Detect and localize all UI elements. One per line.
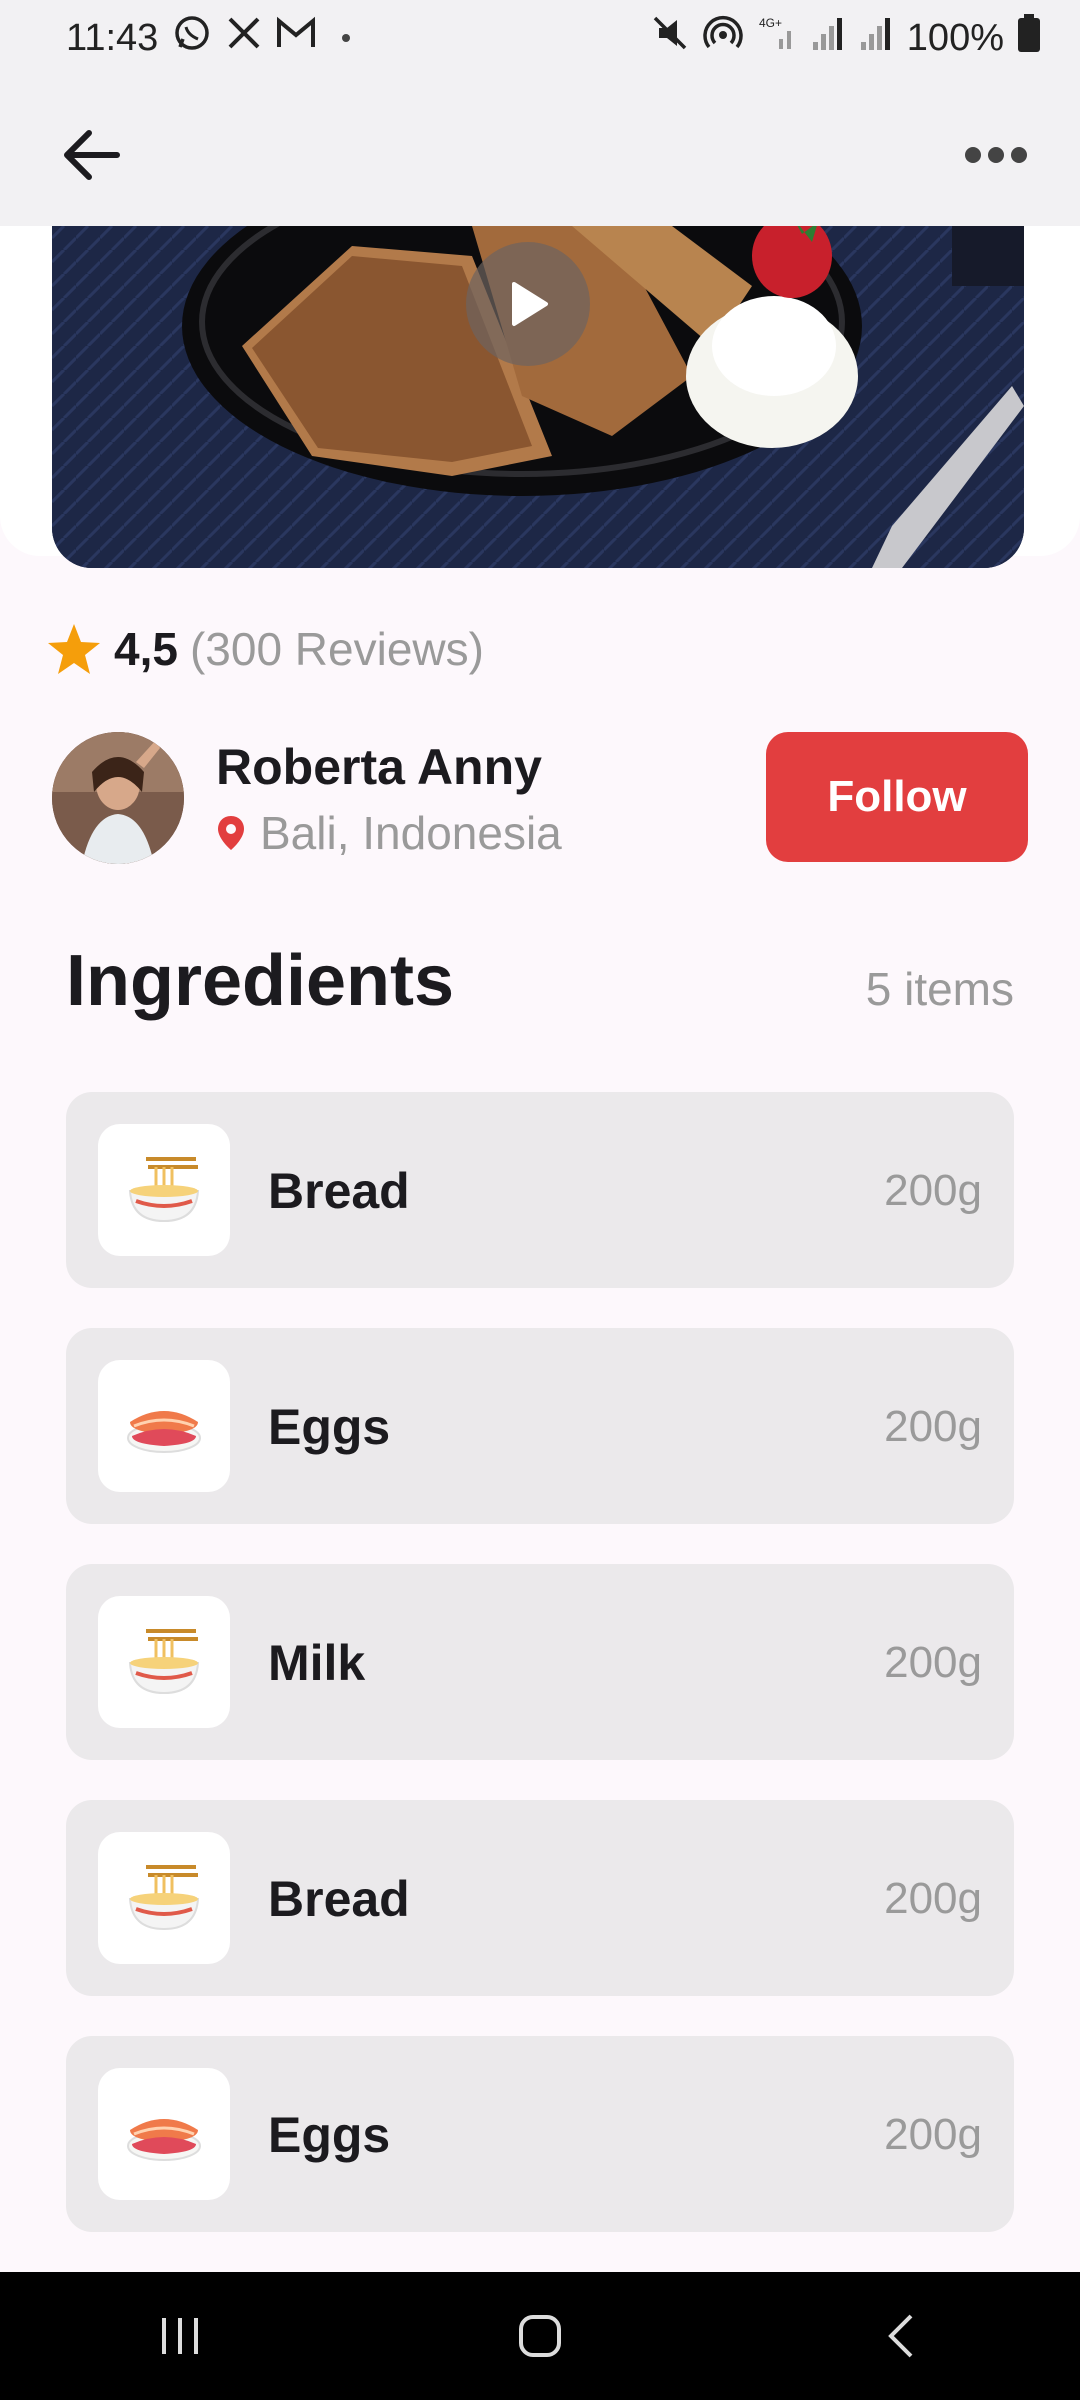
- ingredient-quantity: 200g: [884, 1166, 982, 1215]
- sushi-icon: [127, 1411, 201, 1453]
- ingredient-quantity: 200g: [884, 1402, 982, 1451]
- notification-dot: [342, 34, 351, 42]
- signal-icon: [859, 14, 893, 62]
- ingredient-thumb: [98, 1124, 230, 1256]
- ingredient-name: Eggs: [268, 2107, 391, 2163]
- ingredient-thumb: [98, 1596, 230, 1728]
- avatar[interactable]: [52, 732, 184, 864]
- ingredient-quantity: 200g: [884, 2110, 982, 2159]
- ingredient-thumb: [98, 1832, 230, 1964]
- status-right: 4G+ 100%: [651, 13, 1040, 63]
- svg-text:4G+: 4G+: [759, 16, 782, 30]
- noodle-bowl-icon: [128, 1629, 200, 1695]
- author-name: Roberta Anny: [216, 739, 542, 795]
- ingredient-name: Eggs: [268, 1399, 391, 1455]
- system-back-button[interactable]: [840, 2286, 960, 2386]
- location-pin-icon: [218, 816, 244, 850]
- arrow-left-icon: [64, 130, 120, 180]
- sushi-icon: [127, 2119, 201, 2161]
- noodle-bowl-icon: [128, 1865, 200, 1931]
- x-icon: [226, 15, 262, 61]
- ingredient-quantity: 200g: [884, 1874, 982, 1923]
- noodle-bowl-icon: [128, 1157, 200, 1223]
- author-location: Bali, Indonesia: [216, 806, 562, 860]
- battery-percent: 100%: [906, 16, 1004, 59]
- ingredients-title: Ingredients: [66, 941, 455, 1021]
- ingredient-name: Bread: [268, 1163, 410, 1219]
- ingredient-item[interactable]: Milk 200g: [66, 1564, 1014, 1760]
- rating-row: 4,5 (300 Reviews): [46, 614, 484, 684]
- ingredient-item[interactable]: Bread 200g: [66, 1800, 1014, 1996]
- location-text: Bali, Indonesia: [260, 807, 562, 859]
- signal-icon: [811, 14, 845, 62]
- play-button[interactable]: [466, 242, 590, 366]
- ingredient-list: Bread 200g Eggs 200g Milk 200g Bread 200…: [66, 1092, 1014, 2272]
- app-bar: [0, 76, 1080, 226]
- hotspot-icon: [703, 13, 743, 63]
- signal-4g-icon: 4G+: [757, 13, 797, 63]
- back-button[interactable]: [56, 120, 126, 190]
- ingredient-thumb: [98, 2068, 230, 2200]
- gmail-icon: [276, 16, 316, 60]
- ingredient-name: Milk: [268, 1635, 366, 1691]
- whatsapp-icon: [172, 13, 212, 63]
- star-icon: [48, 624, 100, 674]
- ingredient-quantity: 200g: [884, 1638, 982, 1687]
- author-row: Roberta Anny Bali, Indonesia Follow: [52, 732, 1028, 864]
- recent-apps-icon: [162, 2318, 198, 2354]
- ingredient-thumb: [98, 1360, 230, 1492]
- status-bar: 11:43 4G+ 100%: [0, 0, 1080, 76]
- more-options-button[interactable]: [956, 120, 1036, 190]
- rating-reviews: (300 Reviews): [189, 623, 484, 675]
- rating-value: 4,5: [114, 623, 178, 675]
- ingredients-count: 5 items: [865, 963, 1014, 1015]
- status-left: 11:43: [66, 13, 351, 63]
- ingredient-item[interactable]: Eggs 200g: [66, 2036, 1014, 2232]
- ingredient-name: Bread: [268, 1871, 410, 1927]
- home-icon: [519, 2315, 561, 2357]
- more-horizontal-icon: [965, 147, 1027, 163]
- mute-icon: [651, 14, 689, 62]
- play-icon: [512, 282, 548, 326]
- chevron-left-icon: [888, 2314, 913, 2358]
- recent-apps-button[interactable]: [120, 2286, 240, 2386]
- battery-icon: [1018, 14, 1040, 62]
- home-button[interactable]: [480, 2286, 600, 2386]
- system-nav-bar: [0, 2272, 1080, 2400]
- status-time: 11:43: [66, 16, 159, 59]
- follow-button[interactable]: Follow: [766, 732, 1028, 862]
- ingredient-item[interactable]: Bread 200g: [66, 1092, 1014, 1288]
- ingredient-item[interactable]: Eggs 200g: [66, 1328, 1014, 1524]
